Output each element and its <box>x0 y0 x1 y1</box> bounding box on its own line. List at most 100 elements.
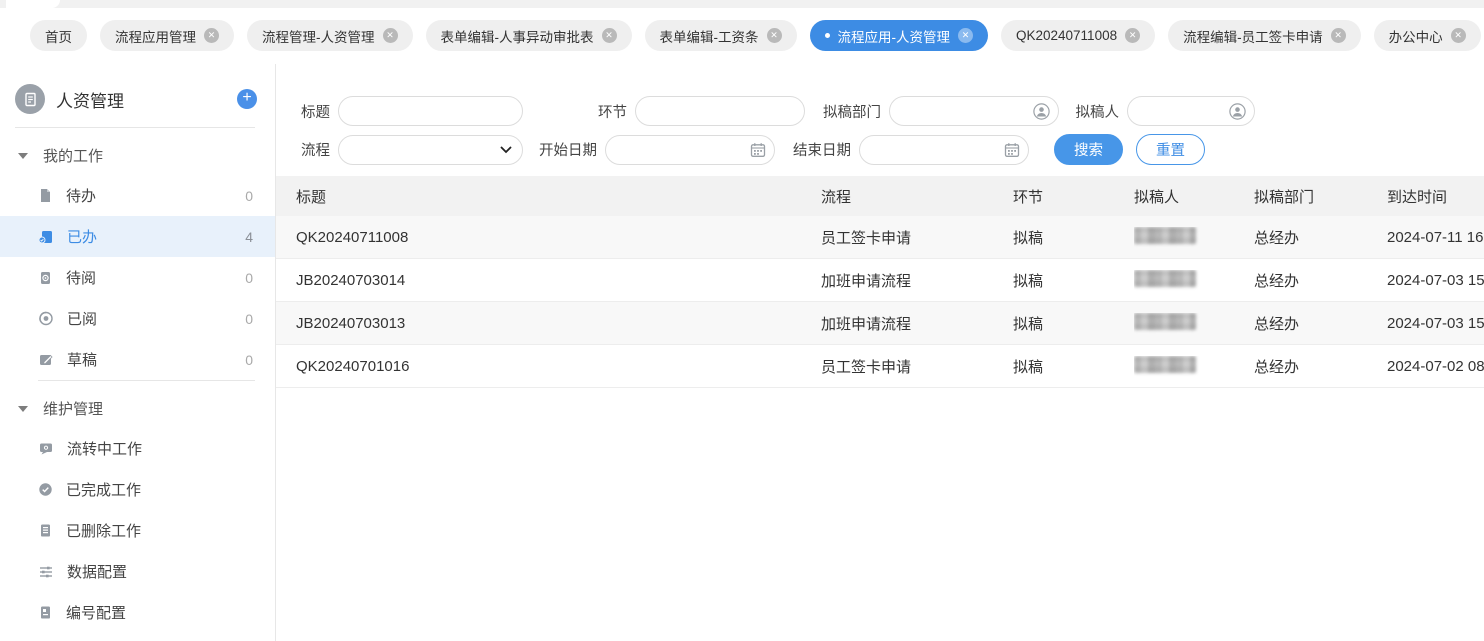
sidebar-item-data-config[interactable]: 数据配置 <box>0 551 275 592</box>
item-count: 4 <box>245 228 253 245</box>
item-label: 数据配置 <box>67 564 128 581</box>
tab-label: 流程应用-人资管理 <box>837 29 951 45</box>
filter-drafter-label: 拟稿人 <box>1075 104 1120 121</box>
module-avatar-icon <box>15 84 45 114</box>
tab-label: 首页 <box>45 29 72 45</box>
tab-office-center[interactable]: 办公中心 ✕ <box>1373 20 1481 51</box>
item-count: 0 <box>245 351 253 368</box>
table-header-row: 标题 流程 环节 拟稿人 拟稿部门 到达时间 <box>276 176 1484 216</box>
filter-process-select[interactable] <box>338 134 523 165</box>
cell-title[interactable]: JB20240703013 <box>296 315 821 332</box>
group-label: 维护管理 <box>43 401 104 418</box>
item-label: 待办 <box>66 188 97 205</box>
cell-arrival: 2024-07-02 08: <box>1387 357 1484 375</box>
calendar-icon[interactable] <box>1004 142 1020 158</box>
sidebar-item-deleted-work[interactable]: 已删除工作 <box>0 510 275 551</box>
person-icon[interactable] <box>1033 102 1050 120</box>
close-icon[interactable]: ✕ <box>958 28 973 43</box>
cell-process: 加班申请流程 <box>821 315 912 333</box>
sidebar-item-in-progress-work[interactable]: 流转中工作 <box>0 428 275 469</box>
redacted-drafter-name <box>1134 312 1196 330</box>
col-header-title: 标题 <box>296 188 327 206</box>
item-count: 0 <box>245 187 253 204</box>
work-table: 标题 流程 环节 拟稿人 拟稿部门 到达时间 QK20240711008 员工签… <box>276 176 1484 388</box>
table-row[interactable]: QK20240701016 员工签卡申请 拟稿 总经办 2024-07-02 0… <box>276 345 1484 388</box>
item-label: 草稿 <box>67 352 98 369</box>
search-button[interactable]: 搜索 <box>1054 134 1123 165</box>
col-header-drafter: 拟稿人 <box>1134 188 1180 206</box>
cell-step: 拟稿 <box>1013 358 1044 376</box>
cell-arrival: 2024-07-03 15: <box>1387 271 1484 289</box>
sidebar-item-numbering-config[interactable]: 编号配置 <box>0 592 275 633</box>
tab-process-app-mgmt[interactable]: 流程应用管理 ✕ <box>100 20 234 51</box>
cell-dept: 总经办 <box>1254 272 1300 290</box>
tab-label: 流程应用管理 <box>115 29 196 45</box>
tab-process-edit-sign-card[interactable]: 流程编辑-员工签卡申请 ✕ <box>1168 20 1361 51</box>
filter-title-label: 标题 <box>301 104 330 121</box>
sidebar-item-done[interactable]: 已办 4 <box>0 216 275 257</box>
draft-icon <box>40 354 53 365</box>
cell-title[interactable]: JB20240703014 <box>296 272 821 289</box>
cell-step: 拟稿 <box>1013 315 1044 333</box>
tab-process-mgmt-hr[interactable]: 流程管理-人资管理 ✕ <box>247 20 413 51</box>
col-header-process: 流程 <box>821 188 852 206</box>
tab-form-edit-personnel-change[interactable]: 表单编辑-人事异动审批表 ✕ <box>425 20 632 51</box>
close-icon[interactable]: ✕ <box>1450 28 1466 43</box>
cell-dept: 总经办 <box>1254 358 1300 376</box>
tab-label: 办公中心 <box>1388 29 1443 45</box>
cell-step: 拟稿 <box>1013 229 1044 247</box>
filter-title-input[interactable] <box>338 96 523 126</box>
item-count: 0 <box>245 310 253 327</box>
close-icon[interactable]: ✕ <box>601 28 617 43</box>
tab-qk20240711008[interactable]: QK20240711008 ✕ <box>1001 20 1156 51</box>
filter-start-date-label: 开始日期 <box>539 143 597 159</box>
tab-label: QK20240711008 <box>1016 28 1118 43</box>
table-row[interactable]: JB20240703014 加班申请流程 拟稿 总经办 2024-07-03 1… <box>276 259 1484 302</box>
cell-process: 员工签卡申请 <box>821 229 912 247</box>
sidebar-item-to-read[interactable]: 待阅 0 <box>0 257 275 298</box>
cell-dept: 总经办 <box>1254 229 1300 247</box>
sidebar-group-maintenance[interactable]: 维护管理 <box>0 381 275 428</box>
item-label: 已办 <box>67 229 98 246</box>
deleted-doc-icon <box>41 524 50 537</box>
cell-title[interactable]: QK20240711008 <box>296 229 821 246</box>
cell-step: 拟稿 <box>1013 272 1044 290</box>
person-icon[interactable] <box>1229 102 1246 120</box>
table-row[interactable]: JB20240703013 加班申请流程 拟稿 总经办 2024-07-03 1… <box>276 302 1484 345</box>
sliders-icon <box>40 566 52 578</box>
calendar-icon[interactable] <box>750 142 766 158</box>
filter-step-label: 环节 <box>598 104 627 121</box>
tab-label: 流程编辑-员工签卡申请 <box>1183 29 1323 45</box>
close-icon[interactable]: ✕ <box>766 28 782 43</box>
item-label: 已阅 <box>67 311 98 328</box>
chevron-down-icon <box>18 152 28 159</box>
tab-process-app-hr-active[interactable]: 流程应用-人资管理 ✕ <box>809 20 988 51</box>
group-label: 我的工作 <box>43 148 104 165</box>
item-count: 0 <box>245 269 253 286</box>
sidebar-item-draft[interactable]: 草稿 0 <box>0 339 275 380</box>
tab-bar: 首页 流程应用管理 ✕ 流程管理-人资管理 ✕ 表单编辑-人事异动审批表 ✕ 表… <box>0 8 1484 64</box>
reset-button[interactable]: 重置 <box>1136 134 1205 165</box>
item-label: 已删除工作 <box>66 523 142 540</box>
tab-home[interactable]: 首页 <box>30 20 87 51</box>
sidebar-item-completed-work[interactable]: 已完成工作 <box>0 469 275 510</box>
close-icon[interactable]: ✕ <box>1125 28 1141 43</box>
sidebar-item-read[interactable]: 已阅 0 <box>0 298 275 339</box>
cell-process: 员工签卡申请 <box>821 358 912 376</box>
tab-form-edit-payslip[interactable]: 表单编辑-工资条 ✕ <box>644 20 797 51</box>
filter-process-label: 流程 <box>301 143 330 159</box>
cell-title[interactable]: QK20240701016 <box>296 358 821 375</box>
close-icon[interactable]: ✕ <box>382 28 398 43</box>
redacted-drafter-name <box>1134 355 1196 373</box>
table-row[interactable]: QK20240711008 员工签卡申请 拟稿 总经办 2024-07-11 1… <box>276 216 1484 259</box>
sidebar-item-todo[interactable]: 待办 0 <box>0 175 275 216</box>
filter-step-input[interactable] <box>635 96 805 126</box>
close-icon[interactable]: ✕ <box>1330 28 1346 43</box>
add-icon[interactable]: + <box>237 89 257 109</box>
sidebar-group-my-work[interactable]: 我的工作 <box>0 128 275 175</box>
browser-chrome-strip <box>0 0 1484 8</box>
redacted-drafter-name <box>1134 226 1196 244</box>
close-icon[interactable]: ✕ <box>204 28 219 43</box>
item-label: 待阅 <box>66 270 97 287</box>
cell-arrival: 2024-07-03 15: <box>1387 314 1484 332</box>
